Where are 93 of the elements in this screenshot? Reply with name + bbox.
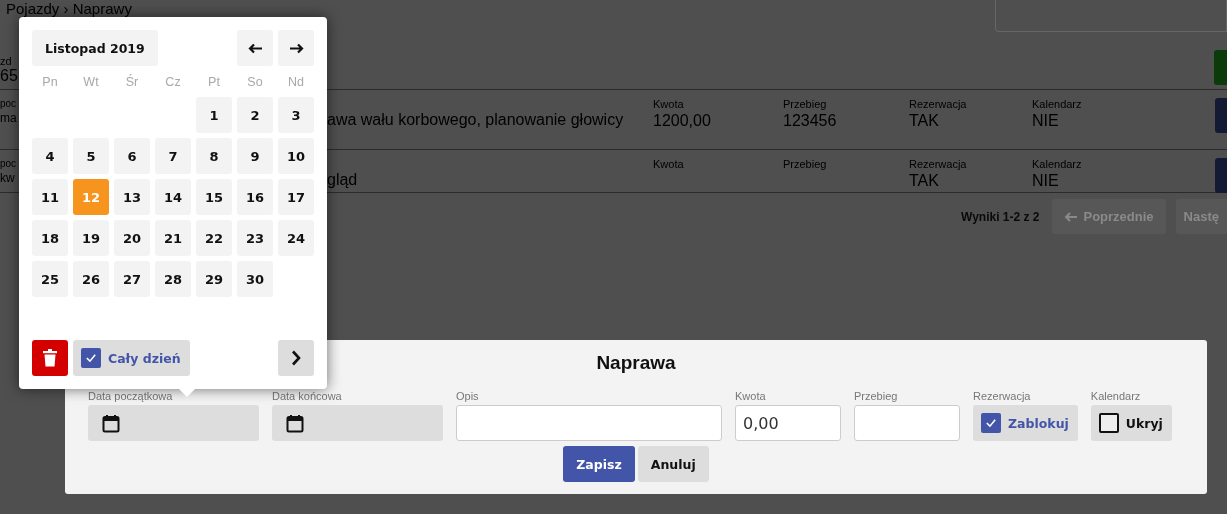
previous-month-button[interactable]	[237, 30, 273, 66]
field-label: Data początkowa	[88, 390, 173, 404]
field-label: Opis	[456, 390, 479, 404]
arrow-right-icon	[288, 42, 304, 54]
day-button[interactable]: 11	[32, 179, 68, 215]
results-summary: Wyniki 1-2 z 2	[961, 209, 1040, 224]
day-button[interactable]: 26	[73, 261, 109, 297]
date-field[interactable]	[272, 405, 443, 441]
day-button[interactable]: 3	[278, 97, 314, 133]
column-label: Kalendarz	[1032, 158, 1083, 170]
weekday-label: So	[246, 74, 264, 89]
field-label: Kalendarz	[1090, 390, 1141, 404]
text-field[interactable]	[854, 405, 960, 441]
column-label: Przebieg	[783, 98, 828, 110]
dialog-title: Naprawa	[596, 352, 676, 375]
next-month-button[interactable]	[278, 30, 314, 66]
arrow-left-icon	[1063, 211, 1078, 222]
day-button[interactable]: 18	[32, 220, 68, 256]
column-label: Przebieg	[783, 158, 828, 170]
day-button[interactable]: 17	[278, 179, 314, 215]
text-field[interactable]	[456, 405, 722, 441]
day-button[interactable]: 29	[196, 261, 232, 297]
field-label: Przebieg	[854, 390, 898, 404]
weekday-label: Śr	[124, 74, 140, 89]
day-button[interactable]: 28	[155, 261, 191, 297]
day-button[interactable]: 5	[73, 138, 109, 174]
column-label: poc	[0, 158, 18, 169]
column-label: Kalendarz	[1032, 98, 1083, 110]
calendar-icon	[102, 413, 120, 433]
checkbox-icon	[1098, 413, 1119, 433]
day-button[interactable]: 15	[196, 179, 232, 215]
date-field[interactable]	[88, 405, 259, 441]
day-button[interactable]: 20	[114, 220, 150, 256]
field-label: Kwota	[735, 390, 766, 404]
month-button[interactable]: Listopad 2019	[32, 30, 158, 66]
cell-value: TAK	[909, 172, 940, 190]
column-label: Rezerwacja	[909, 98, 968, 110]
cell-value: 1200,00	[653, 112, 712, 130]
checkbox-icon	[981, 413, 1001, 433]
cell-value: gląd	[327, 171, 359, 189]
column-label: Rezerwacja	[909, 158, 968, 170]
all-day-checkbox[interactable]: Cały dzień	[73, 340, 190, 376]
day-button[interactable]: 13	[114, 179, 150, 215]
field-label: Rezerwacja	[973, 390, 1031, 404]
arrow-left-icon	[247, 42, 263, 54]
cell-value: awa wału korbowego, planowanie głowicy	[327, 111, 625, 129]
day-button[interactable]: 1	[196, 97, 232, 133]
cancel-button[interactable]: Anuluj	[637, 446, 709, 482]
cell-value: NIE	[1032, 112, 1060, 130]
day-button[interactable]: 2	[237, 97, 273, 133]
day-button[interactable]: 30	[237, 261, 273, 297]
day-button[interactable]: 14	[155, 179, 191, 215]
weekday-label: Pn	[41, 74, 59, 89]
weekday-label: Pt	[207, 74, 221, 89]
checkbox-toggle[interactable]: Ukryj	[1090, 405, 1172, 441]
filter-label: zd	[0, 55, 13, 67]
text-field[interactable]: 0,00	[735, 405, 841, 441]
column-label: poc	[0, 98, 18, 109]
cell-value: 123456	[783, 112, 838, 130]
column-label: Kwota	[653, 158, 685, 170]
weekday-label: Nd	[287, 74, 305, 89]
filter-value: 65	[0, 67, 18, 85]
day-button[interactable]: 7	[155, 138, 191, 174]
cell-value: kw	[0, 171, 16, 185]
delete-button[interactable]	[32, 340, 68, 376]
day-button[interactable]: 25	[32, 261, 68, 297]
checkbox-toggle[interactable]: Zablokuj	[973, 405, 1078, 441]
day-button[interactable]: 8	[196, 138, 232, 174]
trash-icon	[43, 349, 57, 367]
field-label: Data końcowa	[272, 390, 342, 404]
weekday-label: Cz	[164, 74, 182, 89]
checkbox-icon	[81, 348, 101, 368]
day-button[interactable]: 4	[32, 138, 68, 174]
day-button[interactable]: 23	[237, 220, 273, 256]
day-button[interactable]: 16	[237, 179, 273, 215]
day-button[interactable]: 21	[155, 220, 191, 256]
calendar-icon	[286, 413, 304, 433]
breadcrumb: Pojazdy › Naprawy	[6, 0, 132, 17]
day-button[interactable]: 9	[237, 138, 273, 174]
weekday-label: Wt	[82, 74, 100, 89]
chevron-right-icon	[291, 350, 301, 366]
day-button[interactable]: 22	[196, 220, 232, 256]
day-button[interactable]: 19	[73, 220, 109, 256]
save-button[interactable]: Zapisz	[563, 446, 635, 482]
column-label: Kwota	[653, 98, 685, 110]
day-button[interactable]: 27	[114, 261, 150, 297]
day-button[interactable]: 10	[278, 138, 314, 174]
day-button[interactable]: 6	[114, 138, 150, 174]
cell-value: NIE	[1032, 172, 1060, 190]
day-button[interactable]: 24	[278, 220, 314, 256]
cell-value: TAK	[909, 112, 940, 130]
next-button[interactable]	[278, 340, 314, 376]
cell-value: ma	[0, 111, 18, 125]
